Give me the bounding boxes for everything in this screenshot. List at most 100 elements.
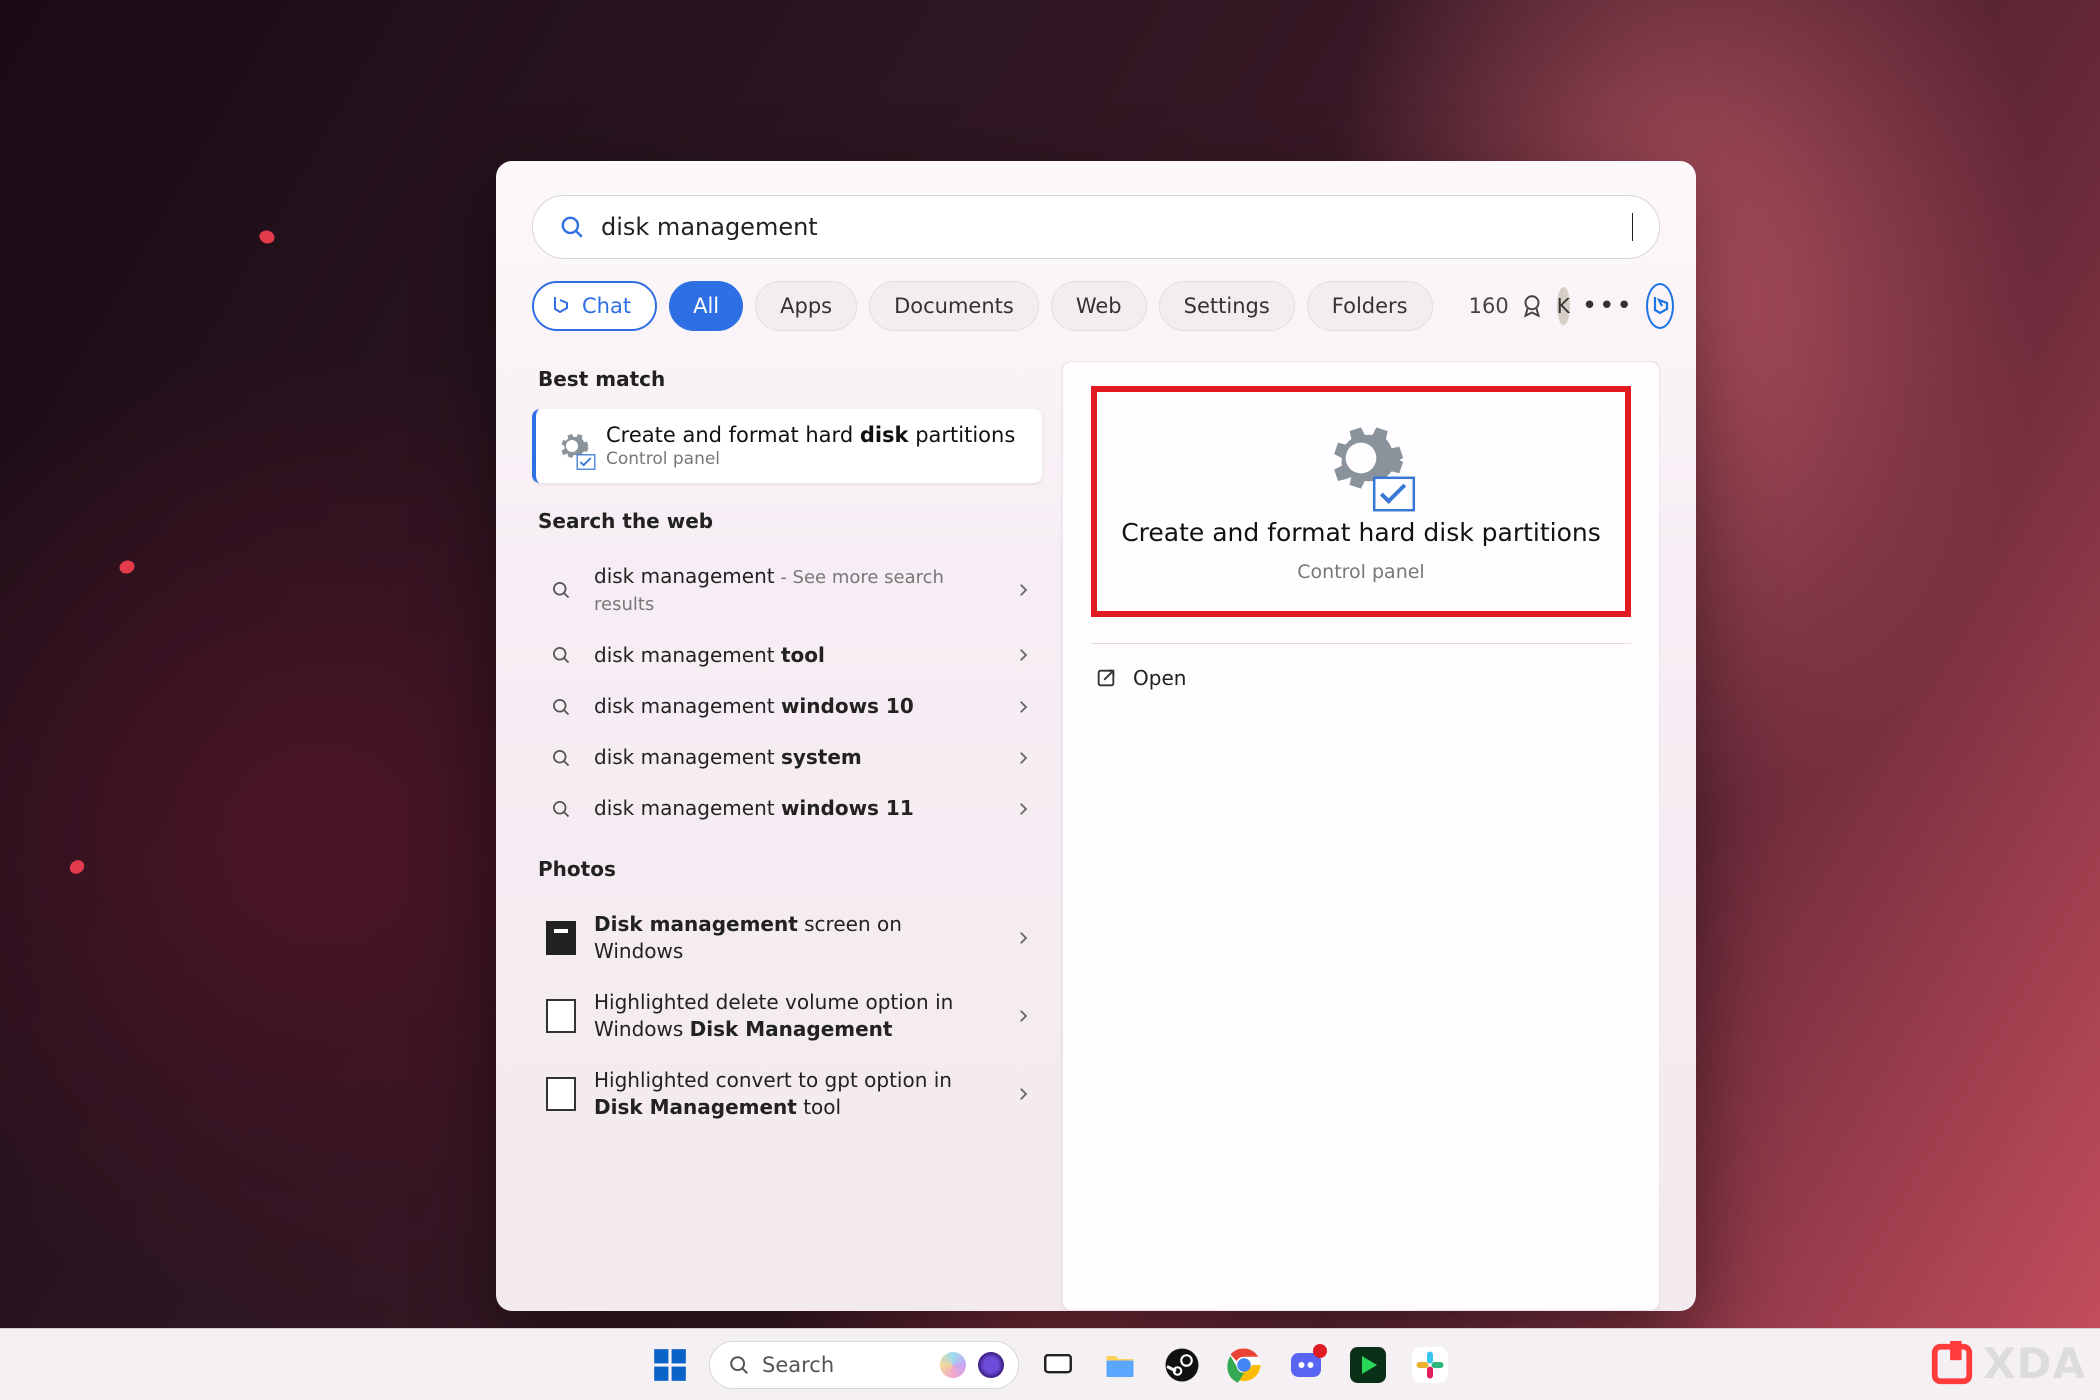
filter-apps[interactable]: Apps xyxy=(755,281,857,331)
bing-icon xyxy=(1648,294,1672,318)
web-suggestion[interactable]: disk management windows 11 xyxy=(532,783,1042,834)
taskbar-app-green[interactable] xyxy=(1345,1342,1391,1388)
search-icon xyxy=(546,697,576,717)
search-icon xyxy=(546,580,576,600)
start-search-panel: Chat All Apps Documents Web Settings Fol… xyxy=(496,161,1696,1311)
xda-logo-icon xyxy=(1929,1341,1975,1387)
filter-folders[interactable]: Folders xyxy=(1307,281,1433,331)
slack-icon xyxy=(1412,1347,1448,1383)
control-panel-gear-icon xyxy=(554,428,590,464)
photo-result[interactable]: Highlighted convert to gpt option in Dis… xyxy=(532,1055,1042,1133)
filter-documents[interactable]: Documents xyxy=(869,281,1039,331)
user-initial: K xyxy=(1557,294,1570,318)
checkmark-badge-icon xyxy=(576,454,596,470)
task-view-icon xyxy=(1041,1348,1075,1382)
taskbar-slack[interactable] xyxy=(1407,1342,1453,1388)
chevron-right-icon xyxy=(1014,749,1032,767)
xda-watermark: XDA xyxy=(1929,1339,2086,1388)
preview-highlight-box: Create and format hard disk partitions C… xyxy=(1091,386,1631,617)
taskbar-explorer[interactable] xyxy=(1097,1342,1143,1388)
filter-web[interactable]: Web xyxy=(1051,281,1147,331)
best-match-title: Create and format hard disk partitions xyxy=(606,423,1015,447)
search-icon xyxy=(546,645,576,665)
rewards-medal-icon xyxy=(1519,293,1545,319)
rewards-points-value: 160 xyxy=(1469,294,1509,318)
green-app-icon xyxy=(1350,1347,1386,1383)
web-suggestion-text: disk management system xyxy=(594,744,996,771)
web-suggestion[interactable]: disk management system xyxy=(532,732,1042,783)
photo-result-text: Disk management screen on Windows xyxy=(594,911,996,965)
filter-web-label: Web xyxy=(1076,294,1122,318)
web-suggestion-text: disk management - See more search result… xyxy=(594,563,996,618)
steam-icon xyxy=(1164,1347,1200,1383)
user-avatar[interactable]: K xyxy=(1557,287,1570,325)
preview-title: Create and format hard disk partitions xyxy=(1121,518,1601,547)
preview-panel: Create and format hard disk partitions C… xyxy=(1062,361,1660,1311)
search-bar[interactable] xyxy=(532,195,1660,259)
file-explorer-icon xyxy=(1102,1347,1138,1383)
taskbar-search-globe-icon xyxy=(978,1352,1004,1378)
chrome-icon xyxy=(1226,1347,1262,1383)
chevron-right-icon xyxy=(1014,646,1032,664)
web-suggestion-text: disk management tool xyxy=(594,642,996,669)
taskbar-taskview[interactable] xyxy=(1035,1342,1081,1388)
photo-result[interactable]: Highlighted delete volume option in Wind… xyxy=(532,977,1042,1055)
chevron-right-icon xyxy=(1014,800,1032,818)
web-suggestion-text: disk management windows 11 xyxy=(594,795,996,822)
start-button[interactable] xyxy=(647,1342,693,1388)
taskbar-chrome[interactable] xyxy=(1221,1342,1267,1388)
taskbar-search-placeholder: Search xyxy=(762,1353,928,1377)
search-icon xyxy=(546,799,576,819)
filter-chat[interactable]: Chat xyxy=(532,281,657,331)
photo-result-text: Highlighted delete volume option in Wind… xyxy=(594,989,996,1043)
chevron-right-icon xyxy=(1014,1085,1032,1103)
filter-chat-label: Chat xyxy=(582,294,631,318)
search-icon xyxy=(559,214,585,240)
rewards-points[interactable]: 160 xyxy=(1469,293,1545,319)
text-caret xyxy=(1632,213,1634,241)
best-match-result[interactable]: Create and format hard disk partitions C… xyxy=(532,409,1042,483)
bing-chat-icon xyxy=(548,294,572,318)
windows-logo-icon xyxy=(651,1346,689,1384)
filter-folders-label: Folders xyxy=(1332,294,1408,318)
divider xyxy=(1091,643,1631,644)
search-web-heading: Search the web xyxy=(538,509,1042,533)
filter-row: Chat All Apps Documents Web Settings Fol… xyxy=(532,281,1660,331)
taskbar-search-highlight-icon xyxy=(940,1352,966,1378)
open-action[interactable]: Open xyxy=(1091,660,1631,696)
photo-thumbnail-icon xyxy=(546,921,576,955)
web-suggestion[interactable]: disk management tool xyxy=(532,630,1042,681)
taskbar-search[interactable]: Search xyxy=(709,1341,1019,1389)
web-suggestion-text: disk management windows 10 xyxy=(594,693,996,720)
open-external-icon xyxy=(1095,667,1117,689)
photo-result-text: Highlighted convert to gpt option in Dis… xyxy=(594,1067,996,1121)
taskbar-steam[interactable] xyxy=(1159,1342,1205,1388)
bing-button[interactable] xyxy=(1646,283,1674,329)
results-left-column: Best match Create and format hard disk p… xyxy=(532,361,1042,1311)
best-match-heading: Best match xyxy=(538,367,1042,391)
taskbar-discord[interactable] xyxy=(1283,1342,1329,1388)
chevron-right-icon xyxy=(1014,581,1032,599)
notification-badge xyxy=(1313,1344,1327,1358)
open-label: Open xyxy=(1133,666,1186,690)
chevron-right-icon xyxy=(1014,929,1032,947)
xda-watermark-text: XDA xyxy=(1983,1339,2086,1388)
photo-thumbnail-icon xyxy=(546,1077,576,1111)
filter-all[interactable]: All xyxy=(669,281,743,331)
taskbar: Search xyxy=(0,1328,2100,1400)
preview-checkmark-badge-icon xyxy=(1371,476,1417,512)
filter-all-label: All xyxy=(693,294,719,318)
filter-settings-label: Settings xyxy=(1184,294,1270,318)
filter-documents-label: Documents xyxy=(894,294,1014,318)
search-input[interactable] xyxy=(601,213,1620,241)
chevron-right-icon xyxy=(1014,1007,1032,1025)
chevron-right-icon xyxy=(1014,698,1032,716)
more-options-icon[interactable]: ••• xyxy=(1582,291,1634,321)
photo-thumbnail-icon xyxy=(546,999,576,1033)
search-icon xyxy=(728,1354,750,1376)
web-suggestion[interactable]: disk management windows 10 xyxy=(532,681,1042,732)
filter-settings[interactable]: Settings xyxy=(1159,281,1295,331)
search-icon xyxy=(546,748,576,768)
web-suggestion[interactable]: disk management - See more search result… xyxy=(532,551,1042,630)
photo-result[interactable]: Disk management screen on Windows xyxy=(532,899,1042,977)
